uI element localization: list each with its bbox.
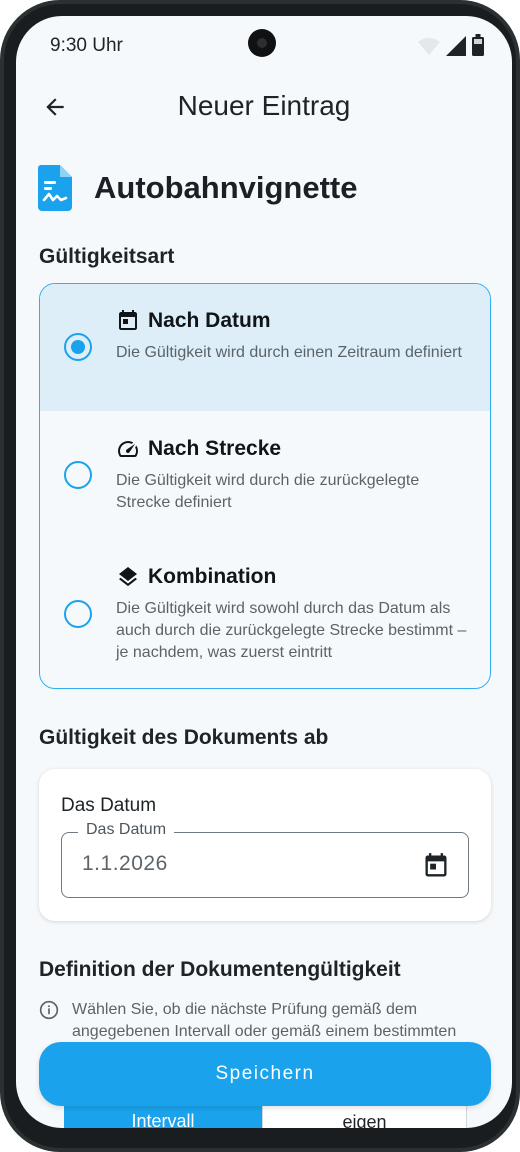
- screen: 9:30 Uhr Neuer Eintrag Autobahnvignette …: [16, 16, 512, 1128]
- status-time: 9:30 Uhr: [50, 35, 123, 56]
- option-kombination[interactable]: Kombination Die Gültigkeit wird sowohl d…: [40, 539, 490, 688]
- date-field[interactable]: Das Datum 1.1.2026: [61, 821, 469, 898]
- status-icons: [418, 34, 484, 56]
- info-text: Wählen Sie, ob die nächste Prüfung gemäß…: [72, 1001, 457, 1040]
- option-title: Nach Strecke: [148, 437, 282, 460]
- speedometer-icon: [116, 437, 140, 461]
- option-description: Die Gültigkeit wird durch einen Zeitraum…: [116, 344, 462, 361]
- phone-frame: 9:30 Uhr Neuer Eintrag Autobahnvignette …: [0, 0, 520, 1152]
- app-bar: Neuer Eintrag: [16, 76, 512, 136]
- document-title: Autobahnvignette: [94, 170, 358, 205]
- info-icon: [39, 1000, 59, 1020]
- date-card-label: Das Datum: [61, 795, 157, 816]
- option-title: Nach Datum: [148, 309, 271, 332]
- signal-icon: [446, 36, 466, 56]
- validity-type-options: Nach Datum Die Gültigkeit wird durch ein…: [39, 283, 491, 689]
- option-title-row: Nach Datum: [116, 309, 271, 333]
- layers-icon: [116, 565, 140, 589]
- option-nach-strecke[interactable]: Nach Strecke Die Gültigkeit wird durch d…: [40, 411, 490, 539]
- valid-from-label: Gültigkeit des Dokuments ab: [39, 726, 329, 749]
- radio-nach-strecke[interactable]: [64, 461, 92, 489]
- status-bar: 9:30 Uhr: [16, 16, 512, 72]
- save-button[interactable]: Speichern: [39, 1042, 491, 1106]
- validity-type-label: Gültigkeitsart: [39, 245, 175, 268]
- option-description: Die Gültigkeit wird durch die zurückgele…: [116, 472, 420, 511]
- document-icon: [38, 165, 72, 211]
- wifi-icon: [418, 38, 440, 55]
- date-field-value: 1.1.2026: [82, 852, 168, 875]
- battery-icon: [472, 34, 484, 56]
- front-camera: [248, 29, 276, 57]
- date-card: Das Datum Das Datum 1.1.2026: [39, 769, 491, 921]
- calendar-icon[interactable]: [422, 852, 450, 880]
- option-title-row: Nach Strecke: [116, 437, 281, 461]
- definition-label: Definition der Dokumentengültigkeit: [39, 958, 401, 981]
- option-nach-datum[interactable]: Nach Datum Die Gültigkeit wird durch ein…: [40, 284, 490, 411]
- option-title: Kombination: [148, 565, 277, 588]
- radio-kombination[interactable]: [64, 600, 92, 628]
- option-title-row: Kombination: [116, 565, 276, 589]
- document-heading: Autobahnvignette: [38, 164, 358, 212]
- phone-bezel: 9:30 Uhr Neuer Eintrag Autobahnvignette …: [4, 4, 516, 1148]
- date-field-label: Das Datum: [78, 821, 175, 839]
- page-title: Neuer Eintrag: [177, 90, 351, 121]
- calendar-icon: [116, 309, 140, 333]
- option-description: Die Gültigkeit wird sowohl durch das Dat…: [116, 600, 467, 661]
- radio-nach-datum[interactable]: [64, 333, 92, 361]
